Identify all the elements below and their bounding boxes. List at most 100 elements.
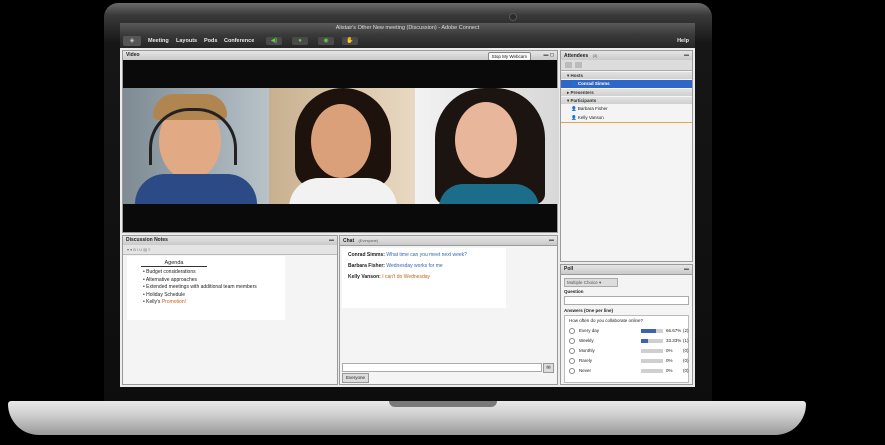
attendee-name: Conrad Simms xyxy=(577,81,610,86)
poll-option[interactable]: Monthly 0% (0) xyxy=(569,346,689,356)
list-item: • Alternative approaches xyxy=(143,276,198,283)
pod-menu-icon[interactable]: ▬ ◻ xyxy=(543,51,554,60)
poll-percent: 33.33% xyxy=(666,338,682,343)
radio-icon[interactable] xyxy=(569,367,575,374)
speaker-icon[interactable]: ◀) xyxy=(266,37,282,45)
menu-meeting[interactable]: Meeting xyxy=(148,34,169,48)
answers-label: Answers (One per line) xyxy=(564,308,614,313)
poll-count: (0) xyxy=(683,348,689,353)
attendees-toolbar xyxy=(561,60,692,71)
app-window: Alistair's Other New meeting (Discussion… xyxy=(120,23,695,387)
pod-menu-icon[interactable]: ▬ xyxy=(329,236,334,245)
poll-percent: 0% xyxy=(666,368,673,373)
chat-pod-header: Chat (Everyone) ▬ xyxy=(340,236,557,246)
list-item: • Budget considerations xyxy=(143,269,196,275)
notes-title: Discussion Notes xyxy=(126,237,168,243)
pod-menu-icon[interactable]: ▬ xyxy=(684,51,689,60)
adobe-connect-logo-icon: ◈ xyxy=(123,36,141,46)
attendees-pod: Attendees (3) ▬ ▾ Hosts 👤 Conrad Simms ▸… xyxy=(560,50,693,262)
poll-option-label: Every day xyxy=(579,328,600,333)
notes-toolbar: ▾ ▾ B I U ▤ ≡ xyxy=(123,245,337,255)
microphone-icon[interactable]: ● xyxy=(292,37,308,45)
poll-percent: 0% xyxy=(666,358,673,363)
attendee-name: Kelly Vanson xyxy=(577,115,604,120)
list-view-icon[interactable] xyxy=(565,62,572,68)
send-icon[interactable]: ✉ xyxy=(543,363,554,373)
radio-icon[interactable] xyxy=(569,357,575,364)
chat-tab-everyone[interactable]: Everyone xyxy=(342,373,370,383)
video-pod-title: Video xyxy=(126,52,140,58)
person-shirt xyxy=(289,178,397,204)
notes-pod: Discussion Notes ▬ ▾ ▾ B I U ▤ ≡ Agenda … xyxy=(122,235,338,385)
raise-hand-icon[interactable]: ✋ xyxy=(342,37,358,45)
poll-bar-track xyxy=(641,349,663,353)
poll-type-select[interactable]: Multiple Choice ▾ xyxy=(564,278,618,287)
person-shirt xyxy=(135,174,257,204)
video-tile-conrad xyxy=(123,88,269,204)
video-tile-kelly xyxy=(415,88,559,204)
poll-bar-fill xyxy=(641,339,649,343)
attendee-row[interactable]: 👤 Barbara Fisher xyxy=(561,105,692,113)
person-face xyxy=(311,104,371,178)
poll-count: (2) xyxy=(683,328,689,333)
poll-bar-track xyxy=(641,339,663,343)
pod-menu-icon[interactable]: ▬ xyxy=(684,265,689,274)
poll-option[interactable]: Never 0% (0) xyxy=(569,366,689,376)
poll-option[interactable]: Rarely 0% (0) xyxy=(569,356,689,366)
poll-percent: 66.67% xyxy=(666,328,682,333)
section-participants[interactable]: ▾ Participants xyxy=(561,97,692,104)
list-item: • Holiday Schedule xyxy=(143,291,186,298)
poll-option[interactable]: Weekly 33.33% (1) xyxy=(569,336,689,346)
chat-input[interactable] xyxy=(342,363,542,372)
menu-conference[interactable]: Conference xyxy=(224,34,254,48)
pod-menu-icon[interactable]: ▬ xyxy=(549,236,554,245)
webcam-icon[interactable]: ◉ xyxy=(318,37,334,45)
radio-icon[interactable] xyxy=(569,337,575,344)
notes-body[interactable]: Agenda • Budget considerations • Alterna… xyxy=(127,256,285,320)
notes-list: • Budget considerations • Alternative ap… xyxy=(143,269,257,307)
list-item: • Extended meetings with additional team… xyxy=(143,284,257,291)
menu-layouts[interactable]: Layouts xyxy=(176,34,197,48)
person-face xyxy=(455,102,517,178)
list-item: • Kelly's Promotion! xyxy=(143,299,187,306)
chat-message: Kelly Vanson: I can't do Wednesday xyxy=(348,274,431,280)
attendee-host[interactable]: 👤 Conrad Simms xyxy=(561,80,692,88)
poll-bar-fill xyxy=(641,329,656,333)
video-pod: Video Stop My Webcam ▬ ◻ xyxy=(122,50,559,233)
person-shirt xyxy=(439,184,539,204)
menu-help[interactable]: Help xyxy=(677,34,689,48)
attendees-count: (3) xyxy=(592,53,598,58)
chat-message: Conrad Simms: What time can you meet nex… xyxy=(348,252,467,258)
poll-option-label: Monthly xyxy=(579,348,595,353)
video-area xyxy=(123,60,559,232)
radio-icon[interactable] xyxy=(569,327,575,334)
chat-pod: Chat (Everyone) ▬ Conrad Simms: What tim… xyxy=(339,235,558,385)
attendee-name: Barbara Fisher xyxy=(577,106,608,111)
question-input[interactable] xyxy=(564,296,689,305)
poll-count: (0) xyxy=(683,358,689,363)
poll-bar-track xyxy=(641,329,663,333)
attendee-row[interactable]: 👤 Kelly Vanson xyxy=(561,114,692,123)
poll-bar-track xyxy=(641,369,663,373)
chat-scope: (Everyone) xyxy=(358,238,379,243)
poll-option[interactable]: Every day 66.67% (2) xyxy=(569,326,689,336)
question-label: Question xyxy=(564,289,584,294)
webcam-lens xyxy=(509,13,517,21)
user-icon: 👤 xyxy=(571,115,577,120)
notes-heading: Agenda xyxy=(141,260,207,267)
poll-pod-header: Poll ▬ xyxy=(561,265,692,275)
chat-messages: Conrad Simms: What time can you meet nex… xyxy=(342,248,506,308)
poll-question: How often do you collaborate online? xyxy=(569,318,644,323)
user-icon: 👤 xyxy=(571,106,577,111)
poll-option-label: Never xyxy=(579,368,592,373)
section-hosts[interactable]: ▾ Hosts xyxy=(561,72,692,79)
poll-option-label: Rarely xyxy=(579,358,593,363)
video-tile-barbara xyxy=(269,88,415,204)
menu-pods[interactable]: Pods xyxy=(204,34,217,48)
format-toolbar-icon[interactable]: ▾ ▾ B I U ▤ ≡ xyxy=(127,247,150,252)
poll-bar-track xyxy=(641,359,663,363)
radio-icon[interactable] xyxy=(569,347,575,354)
section-presenters[interactable]: ▸ Presenters xyxy=(561,89,692,96)
grid-view-icon[interactable] xyxy=(575,62,582,68)
poll-results: How often do you collaborate online? Eve… xyxy=(564,315,689,383)
